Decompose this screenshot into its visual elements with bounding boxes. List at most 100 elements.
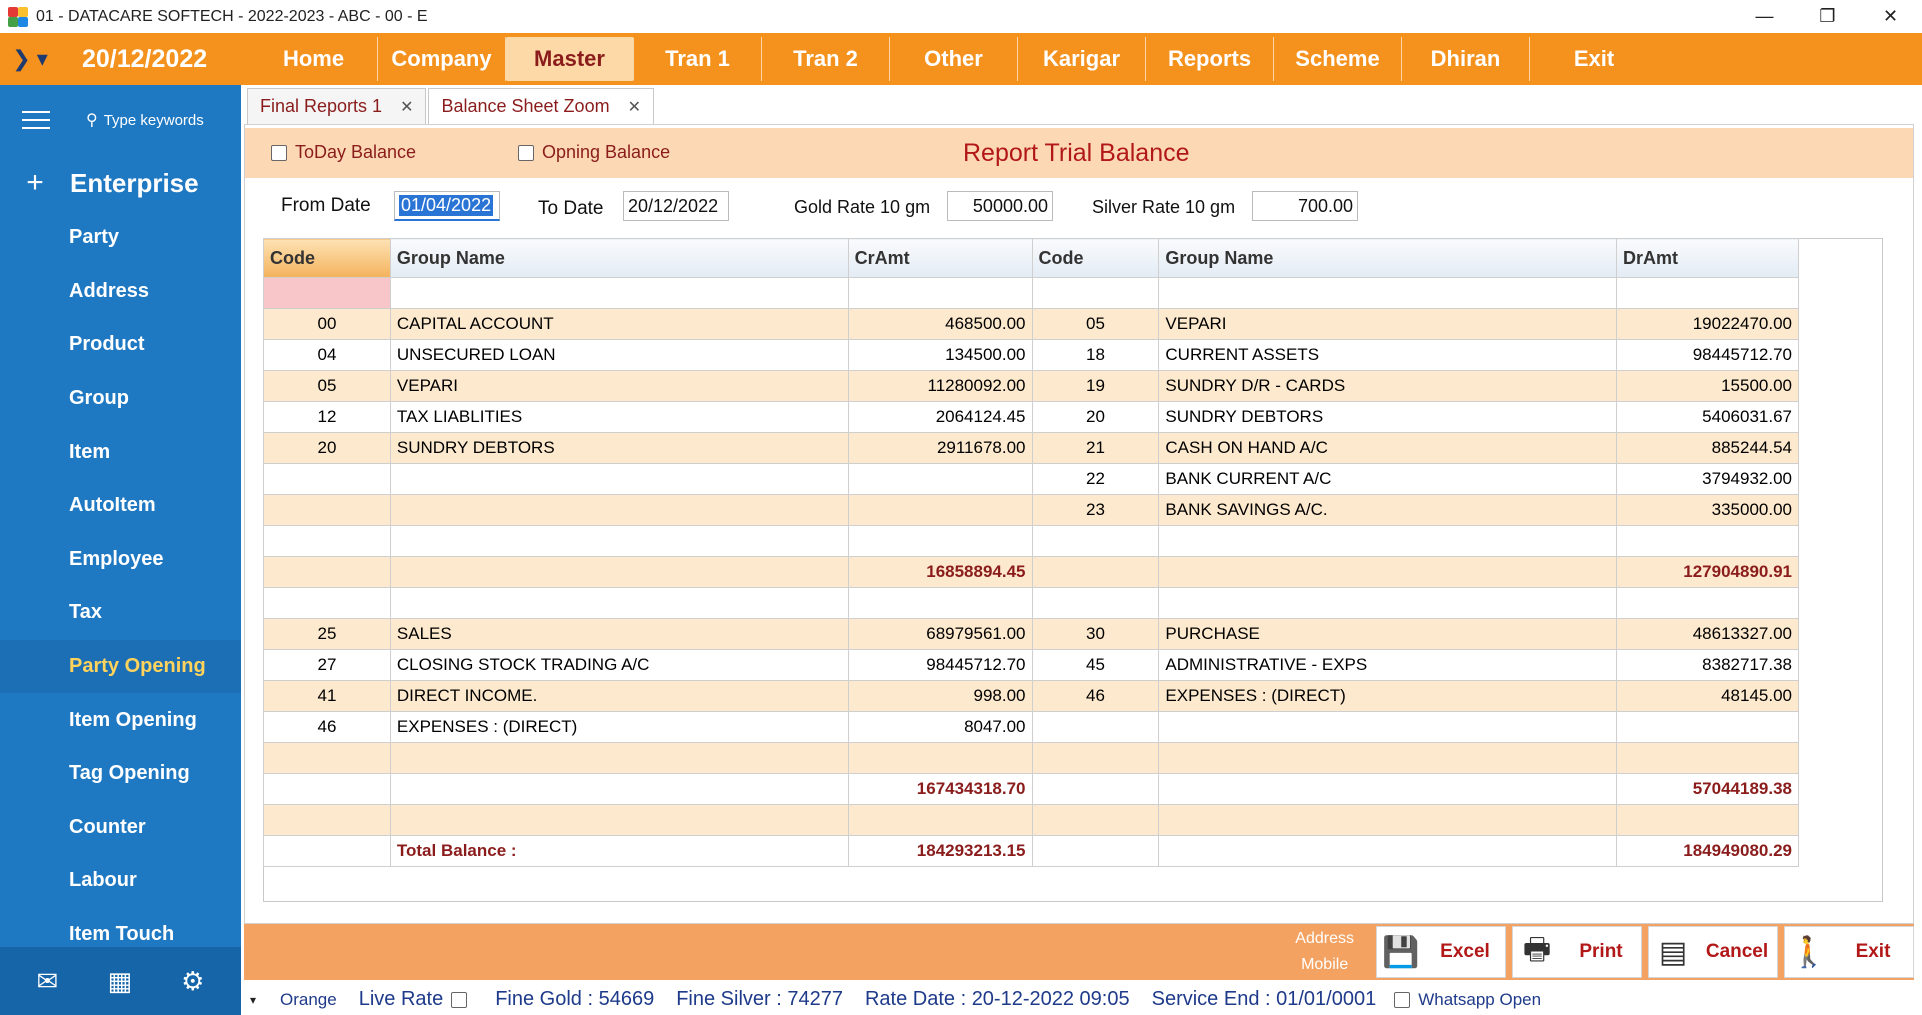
close-icon[interactable]: ✕ [400,97,413,117]
cell-cramt[interactable]: 468500.00 [847,308,1033,340]
sidebar-heading[interactable]: + Enterprise [0,155,241,211]
sidebar-item-tag-opening[interactable]: Tag Opening [0,747,241,801]
menu-master[interactable]: Master [506,37,634,81]
cell-code[interactable]: 00 [263,308,391,340]
checkbox-box[interactable] [271,144,287,161]
cell-group-name[interactable]: TAX LIABLITIES [389,401,849,433]
sidebar-item-counter[interactable]: Counter [0,801,241,855]
cell-dramt[interactable]: 127904890.91 [1616,556,1799,588]
mail-icon[interactable]: ✉ [37,966,59,997]
tab-balance-sheet-zoom[interactable]: Balance Sheet Zoom ✕ [428,88,654,124]
cell-group-name[interactable]: Total Balance : [389,835,849,867]
sidebar-item-employee[interactable]: Employee [0,533,241,587]
theme-label[interactable]: Orange [280,990,337,1010]
opening-balance-checkbox[interactable]: Opning Balance [518,142,670,163]
menu-dhiran[interactable]: Dhiran [1402,37,1530,81]
cell-code-2[interactable]: 20 [1031,401,1160,433]
cell-cramt[interactable]: 11280092.00 [847,370,1033,402]
cancel-button[interactable]: ▤ Cancel [1648,926,1778,978]
cell-cramt[interactable] [847,587,1033,619]
cell-code-2[interactable]: 18 [1031,339,1160,371]
menu-tran-2[interactable]: Tran 2 [762,37,890,81]
cell-code-2[interactable]: 22 [1031,463,1160,495]
cell-cramt[interactable] [847,525,1033,557]
cell-group-name[interactable] [389,556,849,588]
whatsapp-checkbox[interactable] [1394,991,1411,1008]
cell-code[interactable] [263,494,391,526]
cell-group-name-2[interactable]: BANK SAVINGS A/C. [1158,494,1618,526]
cell-dramt[interactable]: 48145.00 [1616,680,1799,712]
cell-group-name[interactable]: SALES [389,618,849,650]
table-row[interactable] [263,525,1799,557]
cell-dramt[interactable]: 184949080.29 [1616,835,1799,867]
calendar-icon[interactable]: ▦ [107,966,132,997]
cell-group-name-2[interactable]: EXPENSES : (DIRECT) [1158,680,1618,712]
cell-group-name[interactable] [389,463,849,495]
table-row[interactable] [263,277,1799,309]
menu-company[interactable]: Company [378,37,506,81]
sidebar-search[interactable]: ⚲ Type keywords [86,110,204,130]
menu-home[interactable]: Home [250,37,378,81]
cell-code[interactable]: 27 [263,649,391,681]
sidebar-item-item-opening[interactable]: Item Opening [0,693,241,747]
cell-dramt[interactable]: 5406031.67 [1616,401,1799,433]
print-button[interactable]: 🖶 Print [1512,926,1642,978]
cell-group-name-2[interactable]: CASH ON HAND A/C [1158,432,1618,464]
cell-code[interactable] [263,587,391,619]
table-row[interactable]: 00 CAPITAL ACCOUNT 468500.00 05 VEPARI 190224… [263,308,1799,340]
table-row[interactable] [263,804,1799,836]
user-settings-icon[interactable]: ⚙ [181,966,204,997]
cell-code-2[interactable] [1031,711,1160,743]
cell-code-2[interactable] [1031,587,1160,619]
cell-group-name-2[interactable]: VEPARI [1158,308,1618,340]
table-row[interactable]: 04 UNSECURED LOAN 134500.00 18 CURRENT ASSET… [263,339,1799,371]
sidebar-item-tax[interactable]: Tax [0,586,241,640]
cell-group-name-2[interactable] [1158,277,1618,309]
header-code-2[interactable]: Code [1031,238,1160,278]
tab-final-reports-1[interactable]: Final Reports 1 ✕ [247,88,427,124]
cell-dramt[interactable]: 19022470.00 [1616,308,1799,340]
cell-dramt[interactable]: 15500.00 [1616,370,1799,402]
cell-cramt[interactable] [847,277,1033,309]
cell-dramt[interactable] [1616,804,1799,836]
cell-dramt[interactable]: 885244.54 [1616,432,1799,464]
cell-group-name[interactable] [389,804,849,836]
cell-cramt[interactable]: 8047.00 [847,711,1033,743]
cell-code-2[interactable] [1031,556,1160,588]
cell-code[interactable] [263,277,391,309]
cell-group-name-2[interactable]: PURCHASE [1158,618,1618,650]
cell-cramt[interactable] [847,463,1033,495]
exit-button[interactable]: 🚶 Exit [1784,926,1914,978]
cell-group-name-2[interactable] [1158,711,1618,743]
cell-code[interactable] [263,835,391,867]
header-cramt[interactable]: CrAmt [847,238,1033,278]
table-row[interactable] [263,587,1799,619]
cell-code-2[interactable]: 19 [1031,370,1160,402]
from-date-input[interactable]: 01/04/2022 [394,191,500,221]
cell-code[interactable]: 20 [263,432,391,464]
cell-code-2[interactable]: 21 [1031,432,1160,464]
excel-button[interactable]: 💾 Excel [1376,926,1506,978]
cell-dramt[interactable] [1616,742,1799,774]
menu-tran-1[interactable]: Tran 1 [634,37,762,81]
cell-group-name[interactable]: CAPITAL ACCOUNT [389,308,849,340]
menu-exit[interactable]: Exit [1530,37,1658,81]
cell-code[interactable]: 12 [263,401,391,433]
cell-dramt[interactable]: 48613327.00 [1616,618,1799,650]
cell-code[interactable]: 46 [263,711,391,743]
cell-dramt[interactable] [1616,587,1799,619]
cell-cramt[interactable]: 167434318.70 [847,773,1033,805]
cell-code-2[interactable] [1031,835,1160,867]
cell-cramt[interactable]: 998.00 [847,680,1033,712]
header-group-name-2[interactable]: Group Name [1158,238,1618,278]
cell-dramt[interactable] [1616,277,1799,309]
cell-code-2[interactable] [1031,525,1160,557]
cell-group-name-2[interactable] [1158,804,1618,836]
gold-rate-input[interactable]: 50000.00 [947,191,1053,221]
minimize-button[interactable]: — [1733,0,1796,33]
cell-cramt[interactable]: 2064124.45 [847,401,1033,433]
table-row[interactable] [263,742,1799,774]
cell-group-name-2[interactable]: BANK CURRENT A/C [1158,463,1618,495]
sidebar-item-labour[interactable]: Labour [0,854,241,908]
restore-button[interactable]: ❐ [1796,0,1859,33]
